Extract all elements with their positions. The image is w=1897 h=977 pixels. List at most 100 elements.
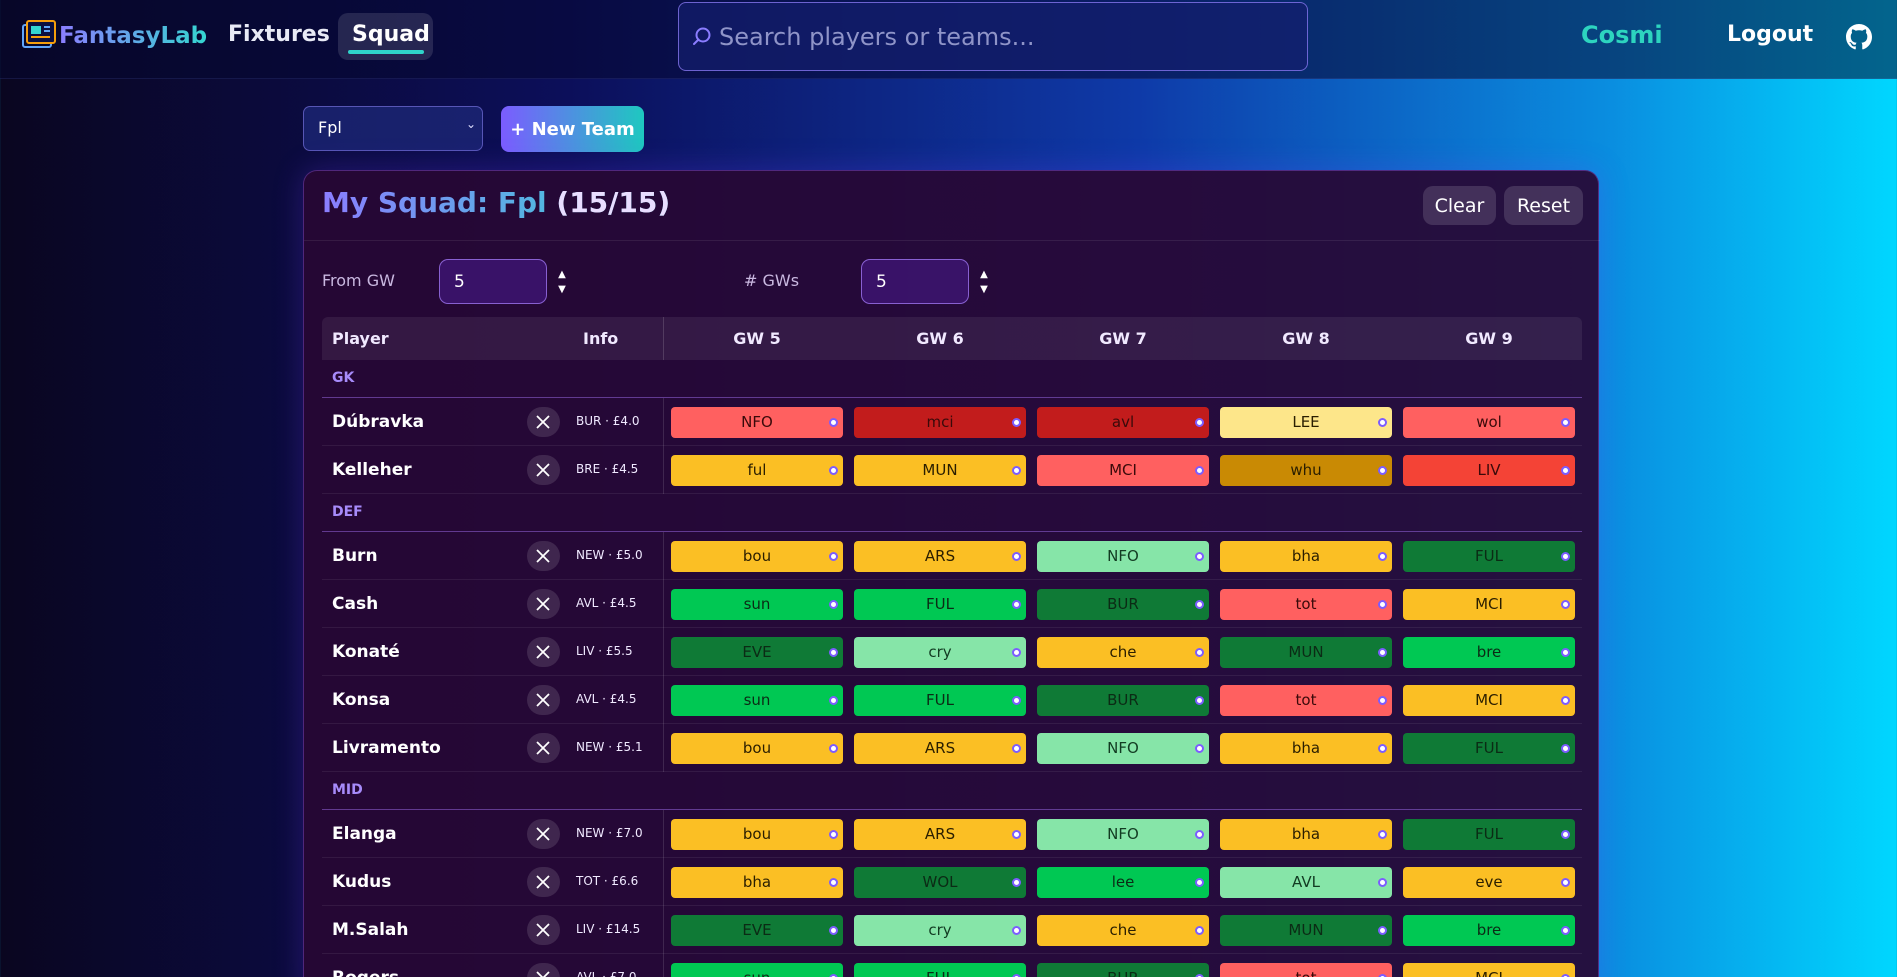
remove-player-button[interactable] <box>527 685 560 715</box>
remove-player-button[interactable] <box>527 867 560 897</box>
github-icon[interactable] <box>1846 24 1872 50</box>
fixture-cell[interactable]: MCI <box>1403 685 1575 716</box>
player-row[interactable]: Konaté LIV · £5.5 EVE cry che MUN bre <box>322 628 1582 676</box>
nav-squad[interactable]: Squad <box>338 13 433 60</box>
user-name[interactable]: Cosmi <box>1581 21 1663 49</box>
fixture-cell[interactable]: LEE <box>1220 407 1392 438</box>
new-team-button[interactable]: + New Team <box>501 106 644 152</box>
fixture-cell[interactable]: FUL <box>854 589 1026 620</box>
fixture-cell[interactable]: sun <box>671 685 843 716</box>
fixture-cell[interactable]: MCI <box>1403 963 1575 977</box>
fixture-cell[interactable]: bou <box>671 541 843 572</box>
remove-player-button[interactable] <box>527 407 560 437</box>
fixture-cell[interactable]: NFO <box>1037 733 1209 764</box>
player-row[interactable]: Elanga NEW · £7.0 bou ARS NFO bha FUL <box>322 810 1582 858</box>
fixture-cell[interactable]: BUR <box>1037 963 1209 977</box>
fixture-cell[interactable]: bha <box>1220 733 1392 764</box>
fixture-cell[interactable]: mci <box>854 407 1026 438</box>
fixture-cell[interactable]: bou <box>671 733 843 764</box>
fixture-cell[interactable]: sun <box>671 589 843 620</box>
fixture-cell[interactable]: BUR <box>1037 589 1209 620</box>
fixture-cell[interactable]: EVE <box>671 915 843 946</box>
remove-player-button[interactable] <box>527 541 560 571</box>
player-name[interactable]: Livramento <box>332 738 441 758</box>
fixture-cell[interactable]: WOL <box>854 867 1026 898</box>
fixture-cell[interactable]: che <box>1037 637 1209 668</box>
fixture-cell[interactable]: sun <box>671 963 843 977</box>
player-name[interactable]: M.Salah <box>332 920 409 940</box>
fixture-cell[interactable]: FUL <box>1403 733 1575 764</box>
fixture-cell[interactable]: wol <box>1403 407 1575 438</box>
fixture-cell[interactable]: ARS <box>854 541 1026 572</box>
num-gws-stepper[interactable]: ▲ ▼ <box>977 267 991 299</box>
player-row[interactable]: Konsa AVL · £4.5 sun FUL BUR tot MCI <box>322 676 1582 724</box>
fixture-cell[interactable]: che <box>1037 915 1209 946</box>
fixture-cell[interactable]: bha <box>671 867 843 898</box>
player-row[interactable]: Kelleher BRE · £4.5 ful MUN MCI whu LIV <box>322 446 1582 494</box>
fixture-cell[interactable]: AVL <box>1220 867 1392 898</box>
player-name[interactable]: Burn <box>332 546 378 566</box>
from-gw-input[interactable]: 5 <box>439 259 547 304</box>
fixture-cell[interactable]: MUN <box>1220 637 1392 668</box>
player-name[interactable]: Cash <box>332 594 378 614</box>
search-input[interactable] <box>719 22 1279 51</box>
player-row[interactable]: Cash AVL · £4.5 sun FUL BUR tot MCI <box>322 580 1582 628</box>
fixture-cell[interactable]: FUL <box>1403 819 1575 850</box>
logout-button[interactable]: Logout <box>1727 22 1813 47</box>
remove-player-button[interactable] <box>527 963 560 977</box>
fixture-cell[interactable]: NFO <box>1037 819 1209 850</box>
app-logo[interactable]: FantasyLab <box>20 17 207 55</box>
fixture-cell[interactable]: bre <box>1403 637 1575 668</box>
fixture-cell[interactable]: EVE <box>671 637 843 668</box>
fixture-cell[interactable]: MUN <box>854 455 1026 486</box>
player-name[interactable]: Kudus <box>332 872 391 892</box>
num-gws-input[interactable]: 5 <box>861 259 969 304</box>
fixture-cell[interactable]: MCI <box>1403 589 1575 620</box>
team-select[interactable]: Fpl ⌄ <box>303 106 483 151</box>
player-name[interactable]: Elanga <box>332 824 397 844</box>
fixture-cell[interactable]: ARS <box>854 819 1026 850</box>
fixture-cell[interactable]: eve <box>1403 867 1575 898</box>
player-name[interactable]: Rogers <box>332 968 399 977</box>
reset-button[interactable]: Reset <box>1504 186 1583 225</box>
fixture-cell[interactable]: tot <box>1220 589 1392 620</box>
player-row[interactable]: Dúbravka BUR · £4.0 NFO mci avl LEE wol <box>322 398 1582 446</box>
nav-fixtures[interactable]: Fixtures <box>228 22 330 47</box>
search-bar[interactable] <box>678 2 1308 71</box>
fixture-cell[interactable]: NFO <box>671 407 843 438</box>
remove-player-button[interactable] <box>527 589 560 619</box>
fixture-cell[interactable]: bre <box>1403 915 1575 946</box>
fixture-cell[interactable]: whu <box>1220 455 1392 486</box>
from-gw-stepper[interactable]: ▲ ▼ <box>555 267 569 299</box>
fixture-cell[interactable]: ful <box>671 455 843 486</box>
fixture-cell[interactable]: avl <box>1037 407 1209 438</box>
remove-player-button[interactable] <box>527 455 560 485</box>
fixture-cell[interactable]: bou <box>671 819 843 850</box>
fixture-cell[interactable]: LIV <box>1403 455 1575 486</box>
player-name[interactable]: Konaté <box>332 642 400 662</box>
fixture-cell[interactable]: MCI <box>1037 455 1209 486</box>
player-row[interactable]: Burn NEW · £5.0 bou ARS NFO bha FUL <box>322 532 1582 580</box>
fixture-cell[interactable]: NFO <box>1037 541 1209 572</box>
fixture-cell[interactable]: cry <box>854 637 1026 668</box>
player-row[interactable]: Livramento NEW · £5.1 bou ARS NFO bha FUL <box>322 724 1582 772</box>
fixture-cell[interactable]: bha <box>1220 819 1392 850</box>
player-row[interactable]: Kudus TOT · £6.6 bha WOL lee AVL eve <box>322 858 1582 906</box>
fixture-cell[interactable]: FUL <box>1403 541 1575 572</box>
remove-player-button[interactable] <box>527 637 560 667</box>
player-name[interactable]: Dúbravka <box>332 412 424 432</box>
fixture-cell[interactable]: FUL <box>854 963 1026 977</box>
fixture-cell[interactable]: MUN <box>1220 915 1392 946</box>
clear-button[interactable]: Clear <box>1423 186 1496 225</box>
player-name[interactable]: Konsa <box>332 690 390 710</box>
fixture-cell[interactable]: bha <box>1220 541 1392 572</box>
fixture-cell[interactable]: FUL <box>854 685 1026 716</box>
player-row[interactable]: Rogers AVL · £7.0 sun FUL BUR tot MCI <box>322 954 1582 977</box>
fixture-cell[interactable]: tot <box>1220 685 1392 716</box>
remove-player-button[interactable] <box>527 915 560 945</box>
fixture-cell[interactable]: tot <box>1220 963 1392 977</box>
fixture-cell[interactable]: BUR <box>1037 685 1209 716</box>
fixture-cell[interactable]: ARS <box>854 733 1026 764</box>
player-row[interactable]: M.Salah LIV · £14.5 EVE cry che MUN bre <box>322 906 1582 954</box>
fixture-cell[interactable]: cry <box>854 915 1026 946</box>
